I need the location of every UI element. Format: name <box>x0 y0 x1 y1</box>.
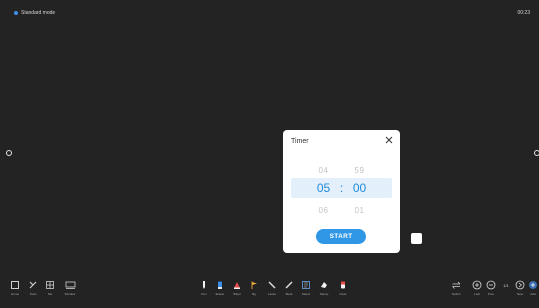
stamp-icon <box>321 282 327 288</box>
marker-icon <box>218 281 222 289</box>
add-page-button[interactable]: Add <box>525 280 539 296</box>
stamp-tool[interactable]: Stamp <box>316 280 332 296</box>
window-button[interactable]: Window <box>62 280 78 296</box>
floating-widget[interactable] <box>411 233 422 244</box>
seconds-below[interactable]: 01 <box>348 206 372 215</box>
clock: 00:23 <box>517 10 530 16</box>
tools-icon <box>29 281 37 289</box>
timer-row-above: 04 59 <box>283 163 400 177</box>
clear-tool[interactable]: Clear <box>335 280 351 296</box>
clear-icon <box>341 281 345 289</box>
add-icon <box>529 281 537 289</box>
pencil-icon <box>268 281 276 289</box>
minutes-above[interactable]: 04 <box>312 166 336 175</box>
eraser-icon <box>234 282 240 289</box>
pen-icon <box>203 281 205 289</box>
timer-row-below: 06 01 <box>283 203 400 217</box>
flag-tool[interactable]: Bg <box>246 280 262 296</box>
zoom-out-icon <box>486 280 496 290</box>
pencil-tool[interactable]: Lasso <box>264 280 280 296</box>
time-separator: : <box>339 181 344 195</box>
mode-label: Standard mode <box>21 10 56 16</box>
select-icon <box>302 281 310 289</box>
seconds-selected[interactable]: 00 <box>348 181 372 195</box>
top-bar: Standard mode 00:23 <box>0 0 539 28</box>
close-icon[interactable] <box>384 135 394 145</box>
zoom-out-button[interactable]: Prev <box>483 280 499 296</box>
flag-icon <box>251 281 257 289</box>
bottom-toolbar: Home Tools Set Window Pen Eraser Wiper B… <box>0 280 539 308</box>
seconds-above[interactable]: 59 <box>348 166 372 175</box>
home-icon <box>11 281 19 289</box>
marker-tool[interactable]: Eraser <box>212 280 228 296</box>
minutes-selected[interactable]: 05 <box>312 181 336 195</box>
switch-button[interactable]: Switch <box>448 280 464 296</box>
mode-status-dot <box>14 11 18 15</box>
brush-tool[interactable]: Mark <box>281 280 297 296</box>
start-button[interactable]: START <box>316 229 366 244</box>
tools-button[interactable]: Tools <box>25 280 41 296</box>
switch-icon <box>451 281 460 289</box>
select-tool[interactable]: Select <box>298 280 314 296</box>
mode-indicator[interactable]: Standard mode <box>14 10 55 16</box>
right-edge-handle[interactable] <box>534 150 539 156</box>
grid-icon <box>46 281 54 289</box>
home-button[interactable]: Home <box>7 280 23 296</box>
next-icon <box>515 280 525 290</box>
brush-icon <box>285 281 293 289</box>
zoom-in-icon <box>472 280 482 290</box>
timer-title: Timer <box>291 138 309 145</box>
timer-selected-row: 05 : 00 <box>291 178 392 198</box>
timer-dialog: Timer 05 : 00 START <box>283 130 400 253</box>
eraser-tool[interactable]: Wiper <box>229 280 245 296</box>
grid-button[interactable]: Set <box>42 280 58 296</box>
window-icon <box>65 281 75 289</box>
minutes-below[interactable]: 06 <box>312 206 336 215</box>
left-edge-handle[interactable] <box>6 150 12 156</box>
pen-tool[interactable]: Pen <box>196 280 212 296</box>
